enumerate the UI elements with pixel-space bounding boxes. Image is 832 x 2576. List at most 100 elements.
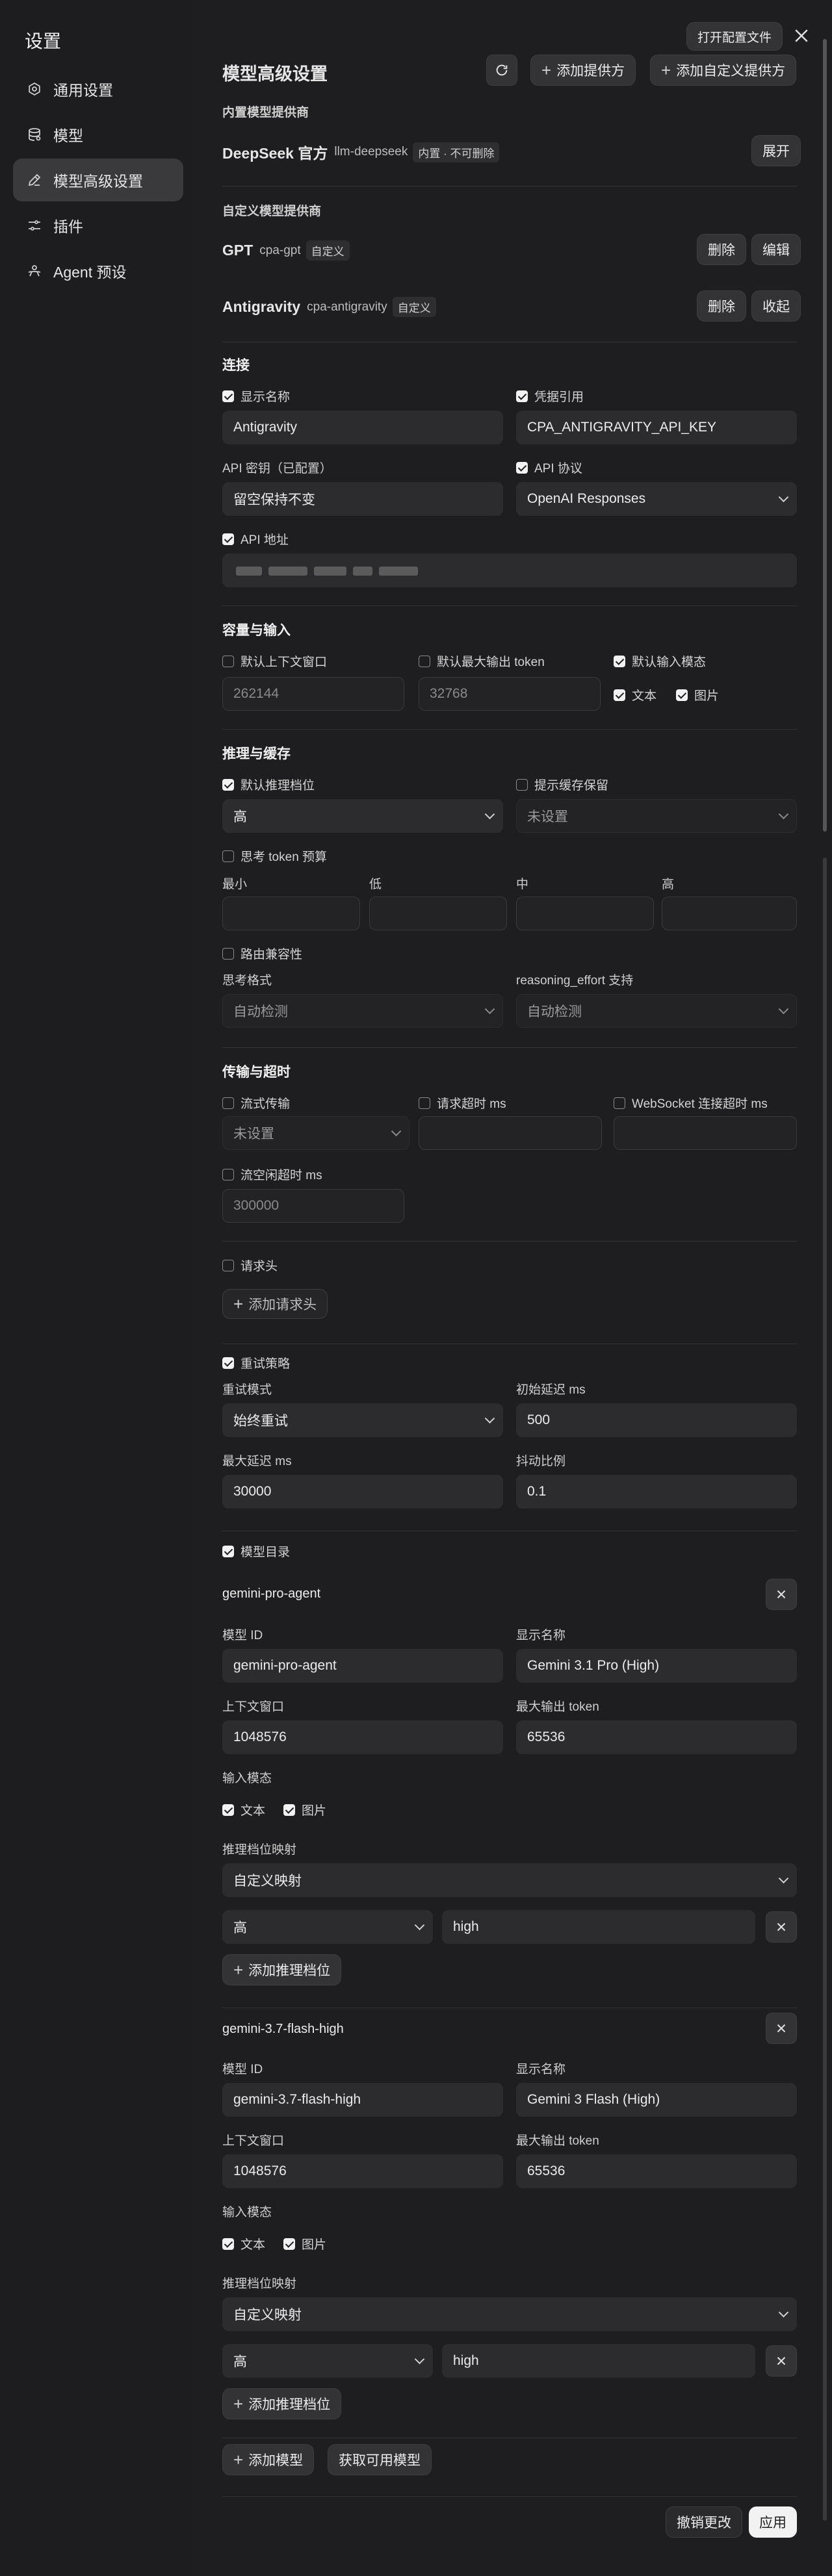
sidebar-item-general[interactable]: 通用设置 bbox=[13, 68, 183, 110]
edit-gpt-button[interactable]: 编辑 bbox=[751, 234, 801, 265]
req-timeout-input[interactable] bbox=[419, 1116, 602, 1150]
api-protocol-checkbox[interactable]: API 协议 bbox=[516, 459, 582, 476]
max-out-input[interactable]: 65536 bbox=[516, 2154, 797, 2188]
sidebar-item-label: 插件 bbox=[53, 218, 83, 235]
budget-mid-input[interactable] bbox=[516, 897, 654, 930]
refresh-button[interactable] bbox=[486, 55, 517, 86]
modality-image-checkbox[interactable]: 图片 bbox=[283, 2235, 326, 2252]
api-key-input[interactable]: 留空保持不变 bbox=[222, 482, 503, 516]
budget-checkbox[interactable]: 思考 token 预算 bbox=[222, 847, 327, 865]
remove-level-button[interactable] bbox=[766, 2345, 797, 2377]
level-map-input[interactable]: high bbox=[442, 2344, 755, 2378]
ws-timeout-input[interactable] bbox=[614, 1116, 797, 1150]
default-level-select[interactable]: 高 bbox=[222, 799, 503, 833]
modality-image-checkbox[interactable]: 图片 bbox=[676, 686, 719, 704]
builtin-section-title: 内置模型提供商 bbox=[222, 106, 309, 120]
cache-keep-select[interactable]: 未设置 bbox=[516, 799, 797, 833]
budget-low-input[interactable] bbox=[369, 897, 507, 930]
sidebar-item-plugins[interactable]: 插件 bbox=[13, 204, 183, 247]
ctx-input[interactable]: 1048576 bbox=[222, 1720, 503, 1754]
default-modality-checkbox[interactable]: 默认输入模态 bbox=[614, 652, 706, 670]
budget-min-input[interactable] bbox=[222, 897, 360, 930]
delete-antigravity-button[interactable]: 删除 bbox=[697, 290, 746, 322]
add-level-button[interactable]: 添加推理档位 bbox=[222, 2388, 342, 2419]
model-id-input[interactable]: gemini-pro-agent bbox=[222, 1649, 503, 1683]
cache-keep-checkbox[interactable]: 提示缓存保留 bbox=[516, 776, 608, 793]
show-name-checkbox[interactable]: 显示名称 bbox=[222, 387, 290, 405]
effort-support-select[interactable]: 自动检测 bbox=[516, 994, 797, 1028]
stream-checkbox[interactable]: 流式传输 bbox=[222, 1094, 290, 1112]
modality-text-checkbox[interactable]: 文本 bbox=[222, 1801, 265, 1818]
sidebar-item-model[interactable]: 模型 bbox=[13, 113, 183, 156]
level-map-select[interactable]: 自定义映射 bbox=[222, 1863, 797, 1897]
close-icon[interactable] bbox=[792, 26, 814, 48]
budget-mid-label: 中 bbox=[516, 878, 529, 891]
retry-checkbox[interactable]: 重试策略 bbox=[222, 1354, 290, 1371]
default-ctx-input[interactable]: 262144 bbox=[222, 677, 404, 711]
cred-ref-input[interactable]: CPA_ANTIGRAVITY_API_KEY bbox=[516, 411, 797, 444]
apply-button[interactable]: 应用 bbox=[749, 2506, 797, 2538]
ws-timeout-checkbox[interactable]: WebSocket 连接超时 ms bbox=[614, 1094, 768, 1112]
req-timeout-checkbox[interactable]: 请求超时 ms bbox=[419, 1094, 506, 1112]
default-level-checkbox[interactable]: 默认推理档位 bbox=[222, 776, 315, 793]
open-config-button[interactable]: 打开配置文件 bbox=[686, 22, 783, 51]
sidebar-item-advanced[interactable]: 模型高级设置 bbox=[13, 159, 183, 201]
ctx-input[interactable]: 1048576 bbox=[222, 2154, 503, 2188]
scrollbar-track[interactable] bbox=[823, 39, 827, 832]
cancel-changes-button[interactable]: 撤销更改 bbox=[666, 2506, 742, 2538]
budget-high-input[interactable] bbox=[662, 897, 797, 930]
level-select[interactable]: 高 bbox=[222, 2344, 433, 2378]
remove-level-button[interactable] bbox=[766, 1911, 797, 1943]
modality-image-checkbox[interactable]: 图片 bbox=[283, 1801, 326, 1818]
api-protocol-select[interactable]: OpenAI Responses bbox=[516, 482, 797, 516]
init-delay-label: 初始延迟 ms bbox=[516, 1383, 586, 1397]
think-format-select[interactable]: 自动检测 bbox=[222, 994, 503, 1028]
api-url-input[interactable] bbox=[222, 554, 797, 587]
model-id-input[interactable]: gemini-3.7-flash-high bbox=[222, 2083, 503, 2117]
init-delay-input[interactable]: 500 bbox=[516, 1403, 797, 1437]
cred-ref-checkbox[interactable]: 凭据引用 bbox=[516, 387, 584, 405]
headers-checkbox[interactable]: 请求头 bbox=[222, 1256, 278, 1274]
model-name: gemini-3.7-flash-high bbox=[222, 2022, 344, 2036]
add-header-button[interactable]: 添加请求头 bbox=[222, 1289, 328, 1319]
add-model-button[interactable]: 添加模型 bbox=[222, 2444, 315, 2475]
model-id-label: 模型 ID bbox=[222, 1629, 263, 1642]
level-select[interactable]: 高 bbox=[222, 1910, 433, 1944]
route-compat-checkbox[interactable]: 路由兼容性 bbox=[222, 945, 302, 962]
model-id-label: 模型 ID bbox=[222, 2063, 263, 2076]
jitter-input[interactable]: 0.1 bbox=[516, 1475, 797, 1509]
display-name-input[interactable]: Gemini 3 Flash (High) bbox=[516, 2083, 797, 2117]
ctx-label: 上下文窗口 bbox=[222, 1700, 285, 1714]
level-map-select[interactable]: 自定义映射 bbox=[222, 2297, 797, 2331]
catalog-checkbox[interactable]: 模型目录 bbox=[222, 1542, 290, 1560]
max-delay-input[interactable]: 30000 bbox=[222, 1475, 503, 1509]
display-name-input[interactable]: Gemini 3.1 Pro (High) bbox=[516, 1649, 797, 1683]
sliders-icon bbox=[26, 217, 43, 234]
custom-provider-antigravity: Antigravity cpa-antigravity 自定义 bbox=[222, 297, 436, 317]
add-level-button[interactable]: 添加推理档位 bbox=[222, 1954, 342, 1985]
level-map-label: 推理档位映射 bbox=[222, 1843, 297, 1857]
add-provider-button[interactable]: 添加提供方 bbox=[530, 55, 636, 86]
add-custom-provider-button[interactable]: 添加自定义提供方 bbox=[650, 55, 797, 86]
api-url-checkbox[interactable]: API 地址 bbox=[222, 530, 289, 548]
show-name-input[interactable]: Antigravity bbox=[222, 411, 503, 444]
remove-model-button[interactable] bbox=[766, 1579, 797, 1610]
modality-text-checkbox[interactable]: 文本 bbox=[222, 2235, 265, 2252]
retry-mode-select[interactable]: 始终重试 bbox=[222, 1403, 503, 1437]
remove-model-button[interactable] bbox=[766, 2013, 797, 2044]
max-out-input[interactable]: 65536 bbox=[516, 1720, 797, 1754]
default-max-out-input[interactable]: 32768 bbox=[419, 677, 601, 711]
sidebar-item-agent[interactable]: Agent 预设 bbox=[13, 249, 183, 292]
expand-button[interactable]: 展开 bbox=[751, 135, 801, 166]
idle-timeout-checkbox[interactable]: 流空闲超时 ms bbox=[222, 1166, 322, 1183]
fetch-models-button[interactable]: 获取可用模型 bbox=[328, 2444, 432, 2475]
default-max-out-checkbox[interactable]: 默认最大输出 token bbox=[419, 652, 545, 670]
modality-text-checkbox[interactable]: 文本 bbox=[614, 686, 656, 704]
sidebar-item-label: 通用设置 bbox=[53, 82, 113, 99]
level-map-input[interactable]: high bbox=[442, 1910, 755, 1944]
idle-timeout-input[interactable]: 300000 bbox=[222, 1189, 404, 1223]
stream-select[interactable]: 未设置 bbox=[222, 1116, 410, 1150]
default-ctx-checkbox[interactable]: 默认上下文窗口 bbox=[222, 652, 327, 670]
collapse-antigravity-button[interactable]: 收起 bbox=[751, 290, 801, 322]
delete-gpt-button[interactable]: 删除 bbox=[697, 234, 746, 265]
